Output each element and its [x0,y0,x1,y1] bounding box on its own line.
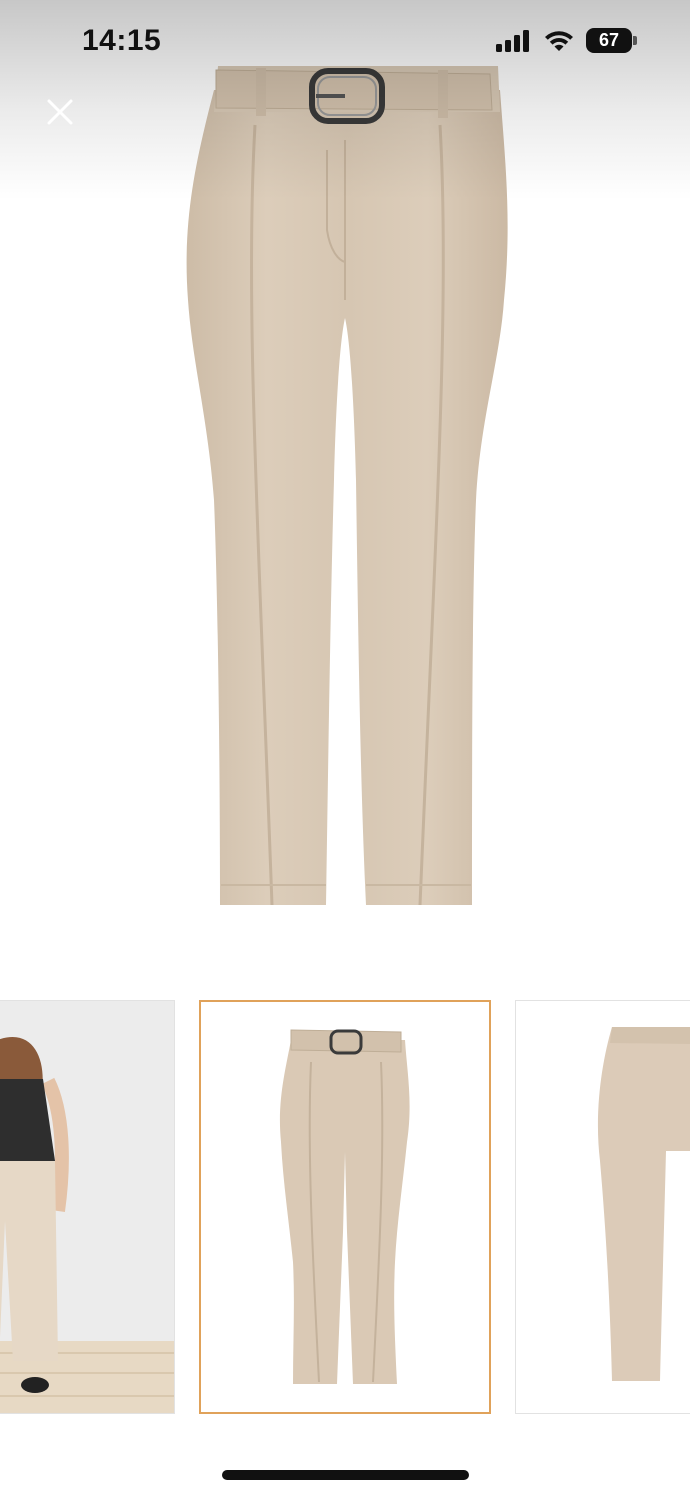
close-button[interactable] [40,92,80,132]
thumbnail-product-back[interactable] [515,1000,690,1414]
status-time: 14:15 [82,24,162,57]
status-bar: 14:15 67 [0,0,690,84]
thumbnail-strip [0,1000,690,1416]
battery-indicator: 67 [586,28,637,53]
close-icon [47,99,73,125]
model-back-photo [0,1001,174,1413]
wifi-icon [545,31,573,51]
product-front-photo [279,1029,410,1384]
product-back-photo [597,1027,690,1381]
home-indicator[interactable] [222,1470,469,1480]
battery-level: 67 [586,28,632,53]
main-product-image[interactable] [0,0,690,960]
cellular-signal-icon [496,30,529,52]
thumbnail-product-front[interactable] [199,1000,491,1414]
thumbnail-model-back[interactable] [0,1000,175,1414]
product-photo [186,66,508,906]
battery-cap [633,36,637,45]
